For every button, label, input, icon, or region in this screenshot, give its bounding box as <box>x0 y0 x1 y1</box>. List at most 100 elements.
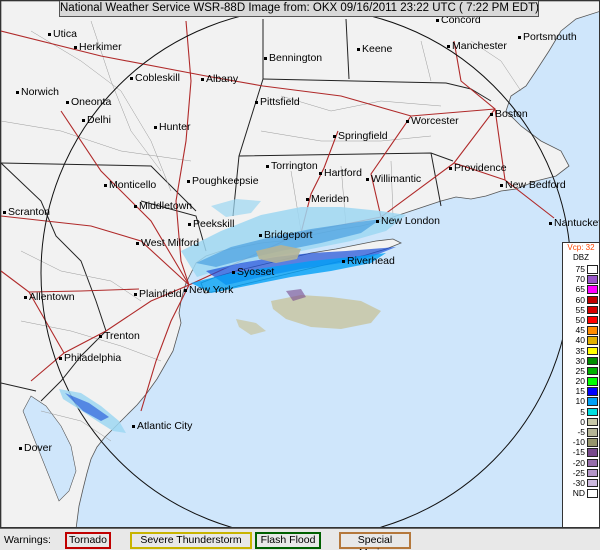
city-label: Trenton <box>99 330 140 342</box>
legend-level-label: -15 <box>572 447 585 458</box>
legend-level: 20 <box>563 376 599 386</box>
legend-level-label: 0 <box>580 416 585 427</box>
flash-flood-warning-toggle[interactable]: Flash Flood <box>255 532 321 549</box>
legend-color-swatch <box>587 315 598 325</box>
legend-header: Vcp: 32 DBZ <box>563 243 599 264</box>
city-label: Delhi <box>82 114 111 126</box>
city-label: New Bedford <box>500 179 566 191</box>
city-label: Plainfield <box>134 288 182 300</box>
legend-level-label: -20 <box>572 457 585 468</box>
legend-level-label: 65 <box>575 284 585 295</box>
legend-color-swatch <box>587 478 598 488</box>
legend-color-swatch <box>587 428 598 437</box>
legend-level-label: -10 <box>572 437 585 448</box>
radar-map: Utica Herkimer Cobleskill Albany Bennington K… <box>0 0 600 528</box>
legend-color-swatch <box>587 377 598 386</box>
legend-level: 5 <box>563 407 599 417</box>
legend-level: 65 <box>563 284 599 294</box>
legend-level-label: -25 <box>572 467 585 478</box>
city-label: New London <box>376 215 440 227</box>
legend-level: 45 <box>563 325 599 335</box>
legend-color-swatch <box>587 366 598 376</box>
legend-level: ND <box>563 488 599 498</box>
legend-color-swatch <box>587 326 598 335</box>
legend-level: 15 <box>563 386 599 396</box>
legend-color-swatch <box>587 438 598 447</box>
special-marine-warning-toggle[interactable]: Special Marine <box>339 532 411 550</box>
legend-color-swatch <box>587 295 598 305</box>
city-label: Philadelphia <box>58 352 122 364</box>
legend-color-swatch <box>587 336 598 345</box>
legend-level: -30 <box>563 478 599 488</box>
city-label: Springfield <box>333 130 388 142</box>
legend-level-label: 40 <box>575 335 585 346</box>
legend-color-swatch <box>587 489 598 498</box>
warnings-label: Warnings: <box>4 534 51 546</box>
legend-level: -20 <box>563 458 599 468</box>
city-label: Bennington <box>263 52 323 64</box>
legend-level-label: 5 <box>580 406 585 417</box>
legend-level: 60 <box>563 295 599 305</box>
legend-color-swatch <box>587 468 598 478</box>
city-label: Hunter <box>154 121 191 133</box>
legend-color-swatch <box>587 417 598 427</box>
city-label: Allentown <box>24 291 75 303</box>
legend-level-label: 35 <box>575 345 585 356</box>
city-label: Hartford <box>319 167 362 179</box>
legend-level: 75 <box>563 264 599 274</box>
legend-level: 50 <box>563 315 599 325</box>
legend-color-swatch <box>587 407 598 417</box>
city-label: New York <box>183 284 234 296</box>
image-title: National Weather Service WSR-88D Image f… <box>59 1 539 17</box>
legend-level-label: 45 <box>575 325 585 336</box>
legend-color-swatch <box>587 305 598 315</box>
city-label: Dover <box>18 442 53 454</box>
city-label: West Milford <box>135 237 200 249</box>
legend-level: 55 <box>563 305 599 315</box>
city-label: Manchester <box>447 40 507 52</box>
city-label: Worcester <box>406 115 459 127</box>
city-label: Norwich <box>16 86 59 98</box>
reflectivity-legend: Vcp: 32 DBZ 75 70 65 60 55 50 45 40 35 30 25 20 15 10… <box>562 242 599 527</box>
dbz-unit-label: DBZ <box>573 253 589 262</box>
legend-level-label: 20 <box>575 376 585 387</box>
legend-level: 25 <box>563 366 599 376</box>
vcp-label: Vcp: 32 <box>567 243 595 252</box>
legend-level: 35 <box>563 346 599 356</box>
legend-level: -25 <box>563 468 599 478</box>
city-label: Keene <box>356 43 393 55</box>
city-label: Monticello <box>103 179 157 191</box>
tornado-warning-toggle[interactable]: Tornado <box>65 532 111 549</box>
severe-thunderstorm-warning-toggle[interactable]: Severe Thunderstorm <box>130 532 252 549</box>
legend-color-swatch <box>587 275 598 284</box>
city-label: Nantucket <box>548 217 600 229</box>
legend-level-label: 25 <box>575 365 585 376</box>
legend-color-swatch <box>587 397 598 406</box>
city-label: Peekskill <box>187 218 235 230</box>
city-label: Pittsfield <box>255 96 300 108</box>
legend-level: 10 <box>563 396 599 406</box>
city-label: Middletown <box>133 200 193 212</box>
legend-level: -15 <box>563 447 599 457</box>
legend-level-label: 30 <box>575 355 585 366</box>
city-label: Cobleskill <box>130 72 180 84</box>
legend-color-swatch <box>587 448 598 457</box>
legend-level-label: 15 <box>575 386 585 397</box>
legend-level-label: 60 <box>575 294 585 305</box>
city-label: Riverhead <box>342 255 395 267</box>
city-label: Oneonta <box>65 96 112 108</box>
city-label: Torrington <box>266 160 318 172</box>
legend-color-swatch <box>587 356 598 366</box>
city-label: Poughkeepsie <box>187 175 259 187</box>
city-label: Utica <box>48 28 77 40</box>
legend-scale: 75 70 65 60 55 50 45 40 35 30 25 20 15 10 5 0 -5 -10 -15 -2… <box>563 264 599 498</box>
city-label: Meriden <box>306 193 349 205</box>
city-label: Bridgeport <box>258 229 313 241</box>
city-label: Herkimer <box>74 41 122 53</box>
legend-level: 0 <box>563 417 599 427</box>
legend-level: -5 <box>563 427 599 437</box>
city-label: Syosset <box>231 266 275 278</box>
legend-level: 70 <box>563 274 599 284</box>
legend-level-label: ND <box>572 488 585 499</box>
legend-level-label: 10 <box>575 396 585 407</box>
